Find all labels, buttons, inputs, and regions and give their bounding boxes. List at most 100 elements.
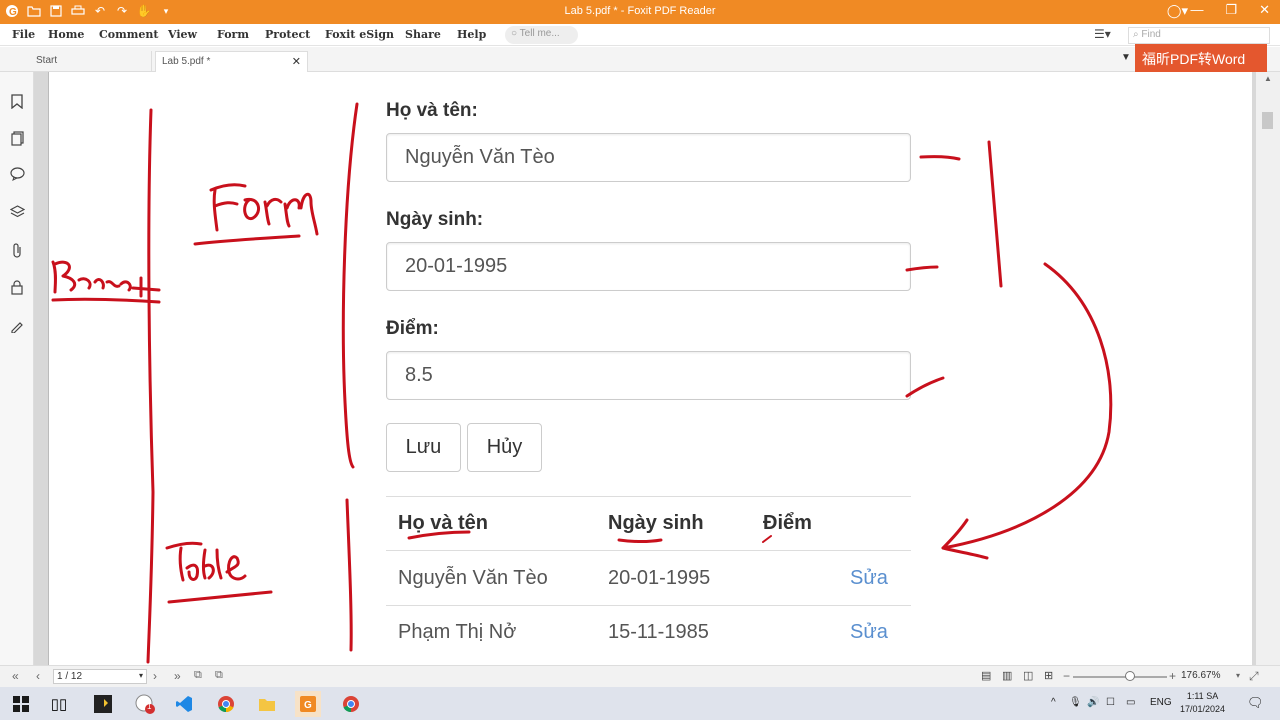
menu-comment[interactable]: Comment	[99, 28, 158, 41]
clock-time: 1:11 SA	[1186, 691, 1219, 701]
attachment-icon[interactable]	[8, 241, 26, 259]
ink-dash-dob	[905, 265, 939, 272]
first-page-icon[interactable]: «	[12, 669, 19, 683]
notification-badge: 1	[147, 702, 152, 711]
page-dropdown-icon[interactable]: ▾	[139, 671, 143, 680]
notifications-icon[interactable]: 🗨	[1247, 695, 1264, 711]
close-window-button[interactable]: ✕	[1259, 2, 1270, 18]
bookmark-icon[interactable]	[8, 92, 26, 110]
task-view-icon[interactable]: ▯▯	[46, 691, 72, 717]
vertical-scrollbar[interactable]: ▲	[1256, 72, 1280, 665]
ink-dash-score	[905, 376, 945, 398]
comment-icon[interactable]	[8, 165, 26, 183]
ink-right-bracket	[987, 140, 1003, 288]
title-bar: G ↶ ↷ ✋ ▾ Lab 5.pdf * - Foxit PDF Reader…	[0, 0, 1280, 24]
tab-start[interactable]: Start	[30, 51, 152, 72]
svg-text:G: G	[304, 700, 312, 711]
page-indicator: 1 / 12	[57, 671, 83, 682]
vscode-icon[interactable]	[171, 691, 197, 717]
battery-icon[interactable]: ▭	[1126, 697, 1135, 708]
previous-page-icon[interactable]: ‹	[36, 669, 40, 683]
ink-underline-name-header	[407, 530, 471, 540]
last-page-icon[interactable]: »	[174, 669, 181, 683]
menu-help[interactable]: Help	[457, 28, 486, 41]
file-explorer-icon[interactable]	[254, 691, 280, 717]
pdf-page[interactable]: Họ và tên: Nguyễn Văn Tèo Ngày sinh: 20-…	[48, 72, 1252, 665]
zoom-in-icon[interactable]: +	[1169, 669, 1176, 683]
menu-protect[interactable]: Protect	[265, 28, 310, 41]
chrome-icon[interactable]	[213, 691, 239, 717]
previous-view-icon[interactable]: ⧉	[194, 669, 202, 682]
language-indicator[interactable]: ENG	[1150, 697, 1172, 708]
zoom-dropdown-icon[interactable]: ▾	[1236, 671, 1240, 680]
menu-view[interactable]: View	[168, 28, 197, 41]
ink-table-underline	[167, 590, 273, 604]
tell-me-search[interactable]: ○ Tell me...	[505, 26, 578, 44]
user-account-icon[interactable]: ◯▾	[1167, 3, 1188, 19]
signature-icon[interactable]	[8, 317, 26, 335]
window-title: Lab 5.pdf * - Foxit PDF Reader	[564, 5, 716, 17]
ink-curved-arrow	[941, 262, 1113, 550]
zoom-level[interactable]: 176.67%	[1181, 670, 1220, 681]
security-lock-icon[interactable]	[8, 278, 26, 296]
ink-parent-underline	[51, 297, 161, 304]
volume-icon[interactable]: 🔊	[1087, 697, 1099, 708]
status-bar: « ‹ 1 / 12 ▾ › » ⧉ ⧉ ▤ ▥ ◫ ⊞ − + 176.67%…	[0, 665, 1280, 687]
page-number-input[interactable]: 1 / 12 ▾	[53, 669, 147, 684]
ink-parent-bracket	[146, 108, 155, 664]
system-clock[interactable]: 1:11 SA 17/01/2024	[1180, 690, 1225, 716]
find-placeholder: Find	[1141, 29, 1161, 40]
continuous-facing-view-icon[interactable]: ⊞	[1044, 669, 1053, 682]
ribbon-options-icon[interactable]: ☰▾	[1094, 27, 1111, 41]
ad-banner[interactable]: 福昕PDF转Word	[1135, 44, 1267, 72]
tab-lab5-label: Lab 5.pdf *	[162, 56, 211, 67]
tab-lab5[interactable]: Lab 5.pdf * ✕	[155, 51, 308, 72]
scroll-thumb[interactable]	[1262, 112, 1273, 129]
restore-button[interactable]: ❐	[1225, 2, 1237, 18]
find-input[interactable]: ⌕ Find	[1128, 27, 1270, 44]
windows-start-icon[interactable]	[8, 691, 34, 717]
scroll-up-icon[interactable]: ▲	[1264, 74, 1272, 83]
layers-icon[interactable]	[8, 203, 26, 221]
tell-me-placeholder: Tell me...	[519, 28, 560, 39]
ink-table-word	[165, 541, 247, 582]
zoom-slider-knob[interactable]	[1125, 671, 1135, 681]
next-page-icon[interactable]: ›	[153, 669, 157, 683]
menu-form[interactable]: Form	[217, 28, 249, 41]
tab-list-dropdown-icon[interactable]: ▼	[1121, 52, 1131, 63]
zoom-slider[interactable]	[1073, 676, 1167, 678]
lightbulb-icon: ○	[511, 28, 518, 39]
next-view-icon[interactable]: ⧉	[215, 669, 223, 682]
show-hidden-icons-icon[interactable]: ^	[1051, 697, 1056, 708]
search-icon: ⌕	[1133, 29, 1139, 40]
ink-underline-dob-header	[617, 538, 663, 543]
fit-page-icon[interactable]: ⤢	[1249, 669, 1259, 684]
navigation-panel	[0, 72, 34, 665]
facing-view-icon[interactable]: ◫	[1023, 669, 1033, 682]
pages-icon[interactable]	[8, 129, 26, 147]
zoom-out-icon[interactable]: −	[1063, 669, 1070, 683]
foxit-taskbar-icon[interactable]: G	[295, 691, 321, 717]
ink-annotations	[51, 102, 1113, 664]
single-page-view-icon[interactable]: ▤	[981, 669, 991, 682]
menu-share[interactable]: Share	[405, 28, 441, 41]
microphone-icon[interactable]: 🎙	[1069, 697, 1082, 708]
ink-form-underline	[193, 234, 301, 246]
minimize-button[interactable]: —	[1190, 2, 1203, 18]
close-tab-icon[interactable]: ✕	[292, 55, 301, 68]
menu-file[interactable]: File	[12, 28, 35, 41]
ink-table-bracket	[345, 498, 353, 652]
app-icon-dark[interactable]	[90, 691, 116, 717]
ink-form-bracket	[341, 102, 359, 469]
continuous-view-icon[interactable]: ▥	[1002, 669, 1012, 682]
tab-start-label: Start	[36, 55, 58, 66]
chrome-profile-icon[interactable]	[338, 691, 364, 717]
menu-foxit-esign[interactable]: Foxit eSign	[325, 28, 394, 41]
network-icon[interactable]: ☐	[1106, 697, 1115, 708]
windows-taskbar: ▯▯ 1 G ^ 🎙 🔊 ☐ ▭ ENG 1:11 SA 17/01/2024 …	[0, 687, 1280, 720]
menu-home[interactable]: Home	[48, 28, 84, 41]
clock-date: 17/01/2024	[1180, 704, 1226, 714]
ink-form-word	[209, 183, 319, 236]
chat-app-icon[interactable]: 1	[132, 691, 158, 717]
ink-parent-word	[51, 260, 161, 298]
